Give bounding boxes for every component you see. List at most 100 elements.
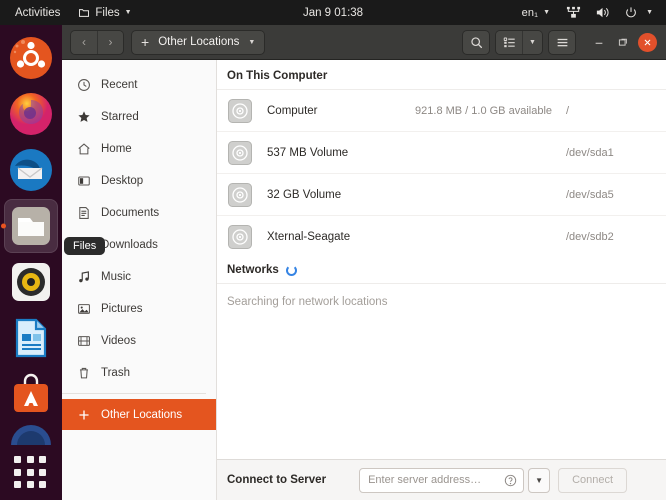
ubuntu-software-icon xyxy=(14,373,48,412)
system-menu-chevron-icon[interactable]: ▼ xyxy=(643,0,662,25)
drive-row[interactable]: Computer 921.8 MB / 1.0 GB available / xyxy=(217,90,666,132)
power-icon[interactable] xyxy=(617,0,643,25)
clock-icon xyxy=(76,77,91,92)
show-applications-button[interactable] xyxy=(14,456,48,490)
drive-row[interactable]: 32 GB Volume /dev/sda5 xyxy=(217,174,666,216)
sidebar-item-other-locations[interactable]: Other Locations xyxy=(62,399,216,430)
minimize-icon xyxy=(595,42,603,44)
search-button[interactable] xyxy=(463,30,489,54)
sidebar-item-trash[interactable]: Trash xyxy=(62,357,216,388)
keyboard-layout-button[interactable]: en₁ ▼ xyxy=(513,0,559,25)
sidebar-item-desktop[interactable]: Desktop xyxy=(62,165,216,196)
server-history-dropdown[interactable]: ▼ xyxy=(528,467,551,493)
top-bar-status-area: en₁ ▼ ▼ xyxy=(513,0,662,25)
sidebar-item-label: Recent xyxy=(101,78,138,91)
rhythmbox-icon xyxy=(12,263,50,301)
main-menu-button[interactable] xyxy=(549,30,575,54)
grid-dot xyxy=(39,481,47,489)
music-icon xyxy=(76,269,91,284)
dock-item-firefox[interactable] xyxy=(4,87,58,141)
trash-icon xyxy=(76,365,91,380)
dock-item-files[interactable] xyxy=(4,199,58,253)
libreoffice-writer-icon xyxy=(15,318,47,358)
chevron-down-icon: ▼ xyxy=(543,9,551,16)
sidebar-item-home[interactable]: Home xyxy=(62,133,216,164)
back-button[interactable]: ‹ xyxy=(71,30,97,54)
activities-button[interactable]: Activities xyxy=(6,0,69,25)
volume-icon[interactable] xyxy=(588,0,617,25)
drive-device: /dev/sdb2 xyxy=(566,231,614,243)
dock-item-thunderbird[interactable] xyxy=(4,143,58,197)
grid-dot xyxy=(26,468,34,476)
dock-item-libreoffice-writer[interactable] xyxy=(4,311,58,365)
hamburger-menu-icon xyxy=(557,38,567,46)
sidebar-item-music[interactable]: Music xyxy=(62,261,216,292)
connect-to-server-bar: Connect to Server ▼ Connect xyxy=(217,459,666,500)
server-address-field[interactable] xyxy=(359,467,525,493)
drive-free-space: 921.8 MB / 1.0 GB available xyxy=(415,104,552,117)
ubuntu-logo-icon xyxy=(10,37,52,79)
desktop-icon xyxy=(76,173,91,188)
drive-name: 32 GB Volume xyxy=(267,188,342,201)
activities-label: Activities xyxy=(15,6,61,19)
connect-button[interactable]: Connect xyxy=(558,467,628,493)
dock-item-help[interactable] xyxy=(4,423,58,445)
grid-dot xyxy=(26,456,34,463)
chevron-left-icon: ‹ xyxy=(82,35,86,49)
sidebar-item-label: Downloads xyxy=(101,238,158,251)
drive-row[interactable]: Xternal-Seagate /dev/sdb2 xyxy=(217,216,666,258)
help-icon xyxy=(11,425,51,445)
help-circle-icon[interactable] xyxy=(504,474,517,487)
forward-button[interactable]: › xyxy=(97,30,123,54)
view-options-dropdown[interactable]: ▼ xyxy=(522,30,542,54)
sidebar-item-label: Music xyxy=(101,270,132,283)
networks-title: Networks xyxy=(227,264,279,276)
sidebar-item-pictures[interactable]: Pictures xyxy=(62,293,216,324)
harddisk-icon xyxy=(228,140,252,165)
dock-item-ubuntu-software[interactable] xyxy=(4,367,58,421)
drive-row[interactable]: 537 MB Volume /dev/sda1 xyxy=(217,132,666,174)
sidebar-item-documents[interactable]: Documents xyxy=(62,197,216,228)
list-view-button[interactable] xyxy=(496,30,522,54)
path-bar-button[interactable]: + Other Locations ▼ xyxy=(132,30,265,54)
app-menu-button[interactable]: Files ▼ xyxy=(69,0,140,25)
ubuntu-dock xyxy=(0,25,62,500)
chevron-down-icon: ▼ xyxy=(535,475,544,485)
sidebar-item-label: Home xyxy=(101,142,132,155)
maximize-button[interactable] xyxy=(611,30,635,54)
network-icon[interactable] xyxy=(559,0,588,25)
close-button[interactable] xyxy=(638,32,657,52)
view-mode-group: ▼ xyxy=(496,30,542,54)
sidebar-item-videos[interactable]: Videos xyxy=(62,325,216,356)
harddisk-icon xyxy=(228,182,252,207)
clock-label: Jan 9 01:38 xyxy=(302,6,364,19)
sidebar-item-label: Desktop xyxy=(101,174,144,187)
sidebar-item-label: Starred xyxy=(101,110,139,123)
places-sidebar: Recent Starred Home Desktop Documents Do… xyxy=(62,60,217,500)
sidebar-item-label: Other Locations xyxy=(101,408,183,421)
plus-icon: + xyxy=(141,34,150,50)
grid-dot xyxy=(14,456,21,463)
firefox-icon xyxy=(10,93,52,135)
clock-button[interactable]: Jan 9 01:38 xyxy=(294,0,372,25)
desktop-screen: Activities Files ▼ Jan 9 01:38 en₁ ▼ ▼ ‹… xyxy=(0,0,666,500)
thunderbird-icon xyxy=(10,149,52,191)
dock-item-rhythmbox[interactable] xyxy=(4,255,58,309)
keyboard-layout-label: en₁ xyxy=(521,6,539,19)
maximize-icon xyxy=(618,38,627,46)
home-icon xyxy=(76,141,91,156)
drive-name: Xternal-Seagate xyxy=(267,231,351,243)
drive-device: /dev/sda1 xyxy=(566,146,614,159)
server-address-input[interactable] xyxy=(368,474,505,486)
sidebar-item-label: Trash xyxy=(101,366,130,379)
navigation-buttons: ‹ › xyxy=(71,30,123,54)
sidebar-item-starred[interactable]: Starred xyxy=(62,101,216,132)
dock-item-ubuntu[interactable] xyxy=(4,31,58,85)
minimize-button[interactable] xyxy=(587,30,611,54)
files-window: ‹ › + Other Locations ▼ ▼ Recent Starred… xyxy=(62,25,666,500)
harddisk-icon xyxy=(228,98,252,123)
sidebar-item-recent[interactable]: Recent xyxy=(62,69,216,100)
path-bar-label: Other Locations xyxy=(158,36,240,48)
drive-name: Computer xyxy=(267,104,318,117)
networks-heading: Networks xyxy=(217,258,666,284)
